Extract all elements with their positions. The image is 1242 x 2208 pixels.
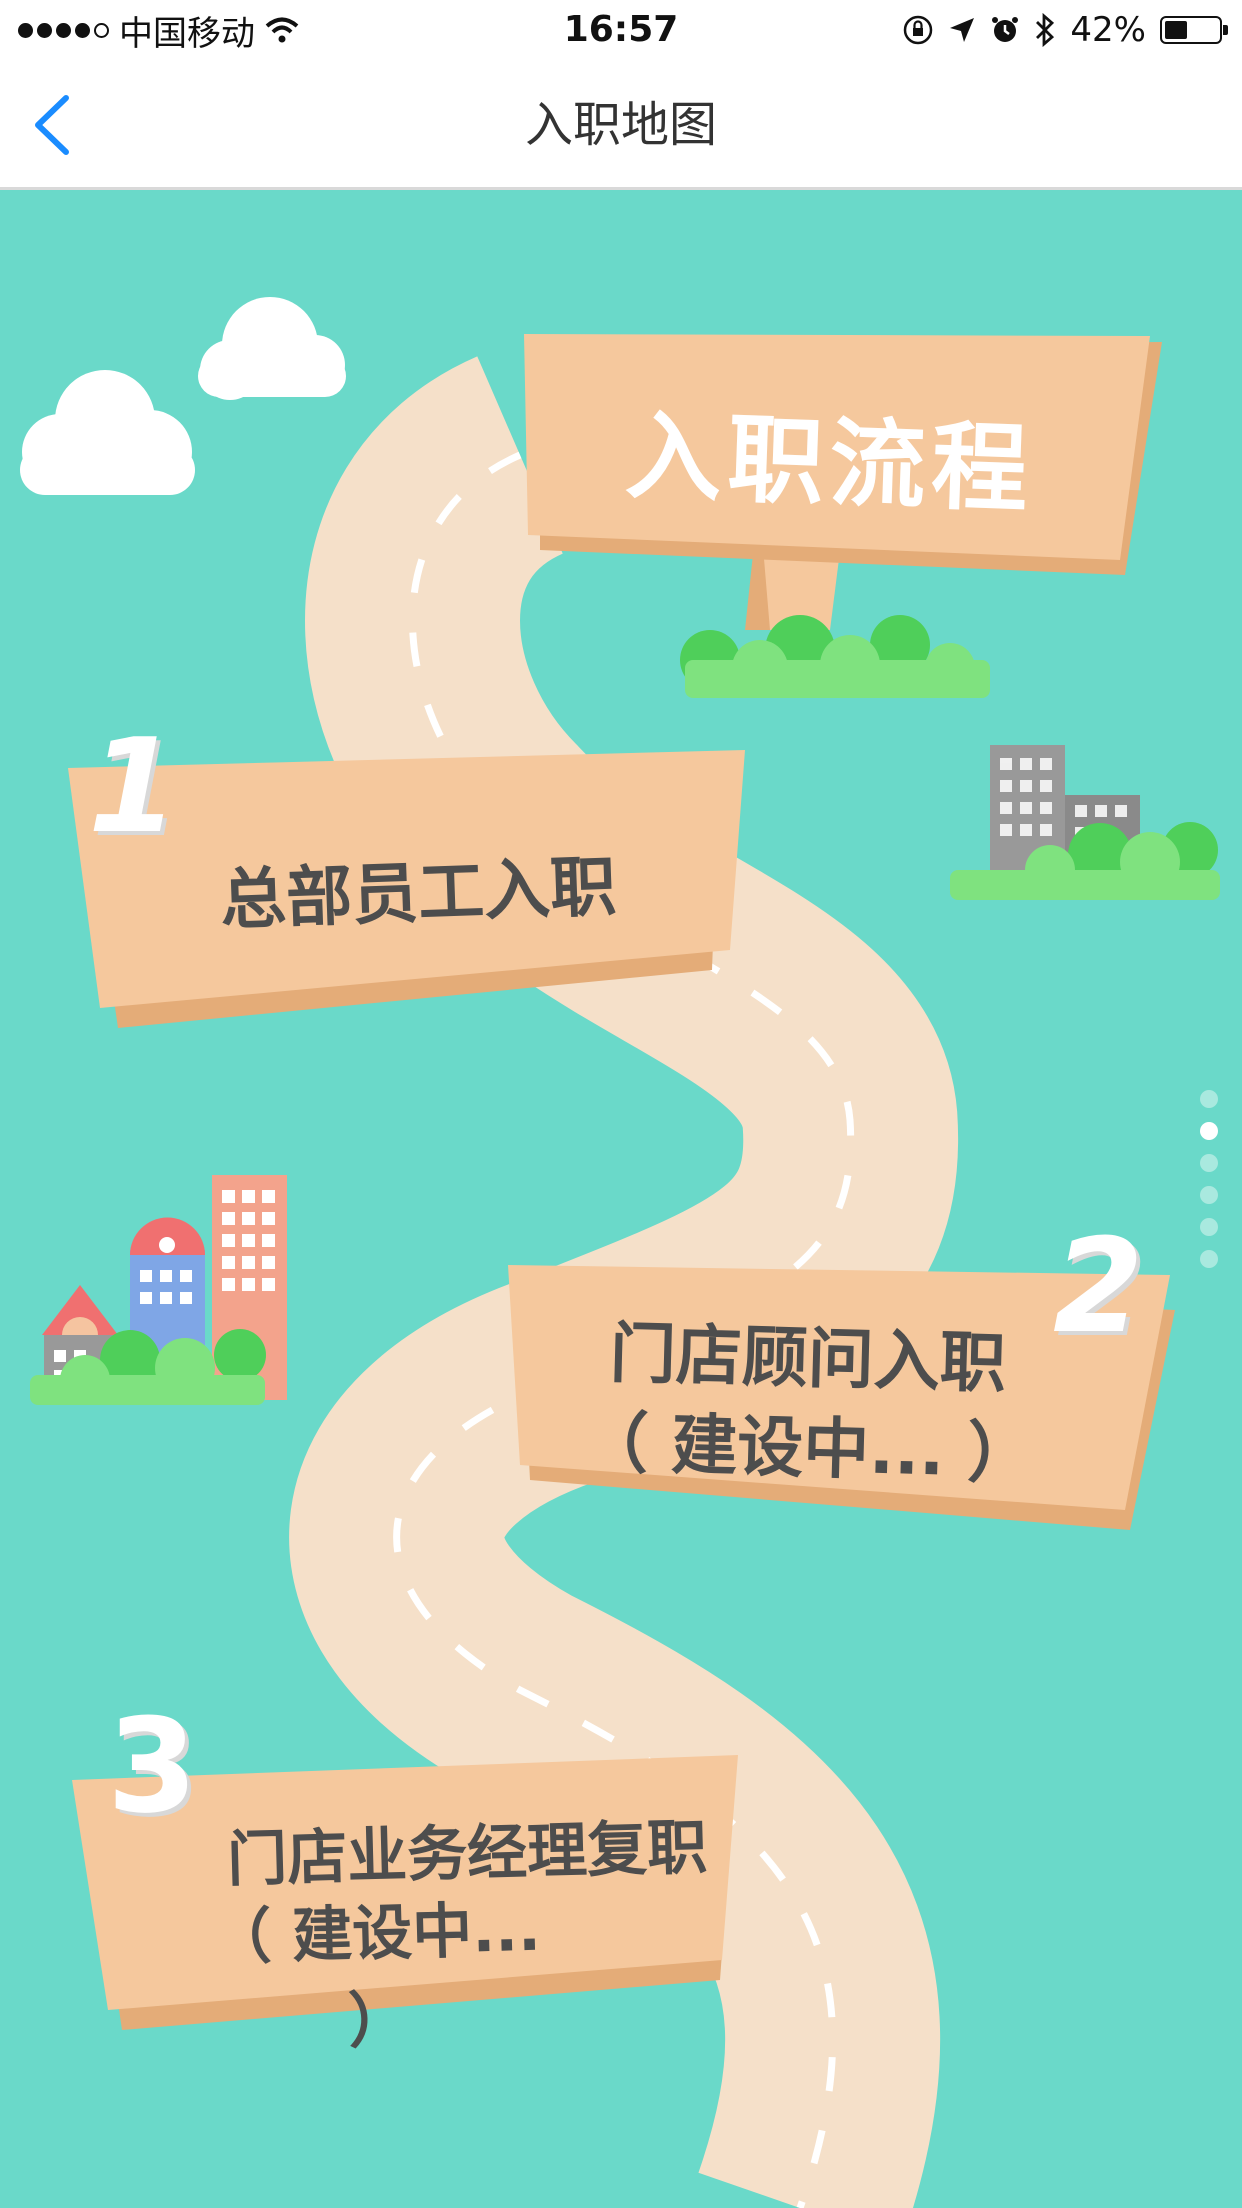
location-icon (950, 18, 975, 42)
page-dot-active[interactable] (1200, 1122, 1218, 1140)
step-number-2: 2 (1053, 1210, 1144, 1362)
header-sign-title: 入职流程 (623, 399, 1036, 527)
page-dot[interactable] (1200, 1154, 1218, 1172)
page-dot[interactable] (1200, 1186, 1218, 1204)
page-dot[interactable] (1200, 1090, 1218, 1108)
page-title: 入职地图 (524, 97, 717, 153)
step-card-3[interactable]: 3 门店业务经理复职 （ 建设中... ） (72, 1690, 752, 2057)
buildings-icon (950, 745, 1220, 900)
step-status-3: （ 建设中... ） (210, 1894, 542, 2057)
buildings-icon (30, 1175, 287, 1405)
status-bar: 中国移动 16:57 42% (0, 0, 1242, 60)
page-dot[interactable] (1200, 1218, 1218, 1236)
cloud-icon (20, 370, 195, 495)
battery-icon (1160, 16, 1228, 44)
page-indicator (1200, 1090, 1218, 1268)
step-label-1: 总部员工入职 (218, 848, 618, 939)
cloud-icon (198, 297, 346, 400)
navigation-bar: 入职地图 (0, 60, 1242, 190)
status-right: 42% (902, 8, 1228, 52)
onboarding-map: 入职流程 1 总部员工入职 2 门店顾问入职 （ 建设中... ） 3 门店业务… (0, 190, 1242, 2208)
step-number-1: 1 (88, 710, 179, 862)
step-number-3: 3 (107, 1690, 198, 1842)
page-dot[interactable] (1200, 1250, 1218, 1268)
alarm-icon (992, 17, 1019, 42)
step-card-2[interactable]: 2 门店顾问入职 （ 建设中... ） (508, 1210, 1188, 1530)
step-card-1[interactable]: 1 总部员工入职 (68, 710, 748, 1010)
step-status-2: （ 建设中... ） (581, 1404, 1035, 1493)
bush-icon (680, 615, 990, 698)
orientation-lock-icon (904, 15, 933, 45)
bluetooth-icon (1036, 13, 1055, 47)
battery-percent: 42% (1070, 10, 1146, 50)
